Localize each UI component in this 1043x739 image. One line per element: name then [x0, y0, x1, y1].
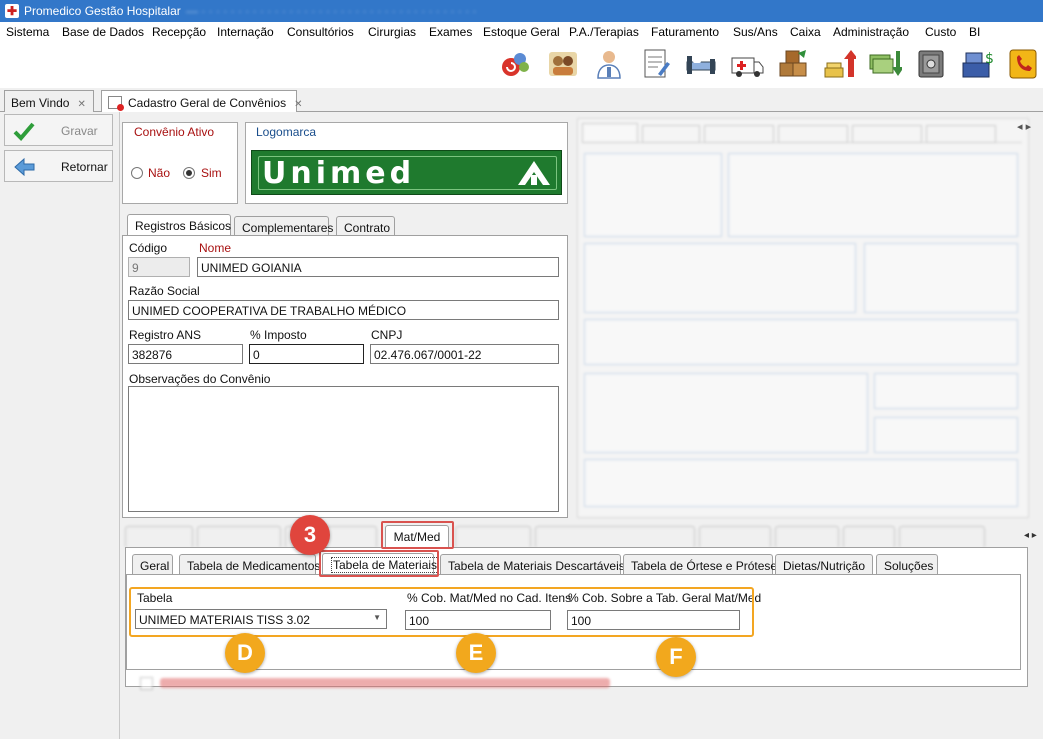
arrow-left-icon	[14, 157, 35, 177]
observacoes-field[interactable]	[128, 386, 559, 512]
save-button[interactable]: Gravar	[4, 114, 113, 146]
blurred-settings-panel	[577, 118, 1029, 518]
back-button-label: Retornar	[61, 160, 108, 174]
menu-consultorios[interactable]: Consultórios	[287, 25, 354, 39]
razao-social-field[interactable]: UNIMED COOPERATIVA DE TRABALHO MÉDICO	[128, 300, 559, 320]
tab-cadastro-geral[interactable]: Cadastro Geral de Convênios ✕	[101, 90, 302, 113]
cash-down-icon[interactable]	[868, 47, 902, 81]
blurred-tab-row	[125, 526, 985, 548]
back-button[interactable]: Retornar	[4, 150, 113, 182]
tab-cadastro-geral-label: Cadastro Geral de Convênios	[128, 96, 287, 110]
subtab-ortese-protese[interactable]: Tabela de Órtese e Prótese	[623, 554, 777, 575]
users-group-icon[interactable]	[546, 47, 580, 81]
subtab-tabela-medicamentos[interactable]: Tabela de Medicamentos	[179, 554, 320, 575]
subtab-solucoes[interactable]: Soluções	[876, 554, 938, 575]
registro-ans-label: Registro ANS	[129, 328, 202, 342]
menu-custo[interactable]: Custo	[925, 25, 956, 39]
tab-complementares[interactable]: Complementares	[234, 216, 333, 235]
logo-text: Unimed	[262, 156, 416, 191]
tab-bem-vindo[interactable]: Bem Vindo ✕	[4, 90, 94, 112]
highlight-tabela-materiais-tab	[319, 550, 439, 577]
registro-ans-field[interactable]: 382876	[128, 344, 243, 364]
radio-nao[interactable]	[131, 167, 143, 179]
convenio-ativo-title: Convênio Ativo	[132, 125, 217, 139]
financial-up-icon[interactable]	[822, 47, 856, 81]
step-3-badge: 3	[290, 515, 330, 555]
title-bar: ✚ Promedico Gestão Hospitalar — · · · · …	[0, 0, 1043, 22]
callout-e-badge: E	[456, 633, 496, 673]
tab-registros-basicos[interactable]: Registros Básicos	[127, 214, 231, 236]
menu-bi[interactable]: BI	[969, 25, 980, 39]
document-edit-icon[interactable]	[638, 47, 672, 81]
razao-social-label: Razão Social	[129, 284, 200, 298]
unimed-tree-icon	[518, 161, 550, 185]
save-button-label: Gravar	[61, 124, 98, 138]
phone-exit-icon[interactable]	[1006, 47, 1040, 81]
menu-internacao[interactable]: Internação	[217, 25, 274, 39]
imposto-label: % Imposto	[250, 328, 307, 342]
panel-scroll-arrows[interactable]: ◂ ▸	[1017, 120, 1031, 133]
menu-sistema[interactable]: Sistema	[6, 25, 49, 39]
menu-pa-terapias[interactable]: P.A./Terapias	[569, 25, 639, 39]
stock-boxes-icon[interactable]	[776, 47, 810, 81]
svg-text:$: $	[985, 51, 994, 67]
safe-icon[interactable]	[914, 47, 948, 81]
app-icon: ✚	[5, 4, 19, 18]
codigo-field[interactable]: 9	[128, 257, 190, 277]
toolbar: $	[0, 42, 1043, 88]
highlight-materiais-fields	[129, 587, 754, 637]
imposto-field[interactable]: 0	[249, 344, 364, 364]
radio-nao-label: Não	[148, 166, 171, 180]
menu-caixa[interactable]: Caixa	[790, 25, 821, 39]
check-icon	[13, 122, 35, 141]
menu-cirurgias[interactable]: Cirurgias	[368, 25, 416, 39]
callout-d-badge: D	[225, 633, 265, 673]
tab-contrato[interactable]: Contrato	[336, 216, 395, 235]
codigo-label: Código	[129, 241, 168, 255]
doctor-icon[interactable]	[592, 47, 626, 81]
main-content: Convênio Ativo Não Sim Logomarca Unimed …	[120, 112, 1043, 739]
action-panel: Gravar Retornar	[0, 112, 120, 739]
menu-administracao[interactable]: Administração	[833, 25, 909, 39]
observacoes-label: Observações do Convênio	[129, 372, 271, 386]
close-icon[interactable]: ✕	[77, 99, 85, 110]
cnpj-label: CNPJ	[371, 328, 403, 342]
menu-estoque-geral[interactable]: Estoque Geral	[483, 25, 560, 39]
refresh-icon[interactable]	[498, 47, 532, 81]
menu-bar: Sistema Base de Dados Recepção Internaçã…	[0, 22, 1043, 42]
cash-register-icon[interactable]: $	[960, 47, 994, 81]
menu-exames[interactable]: Exames	[429, 25, 472, 39]
subtab-geral[interactable]: Geral	[132, 554, 173, 575]
window-title-details: — · · · · · · · · · · · · · · · · · · · …	[186, 4, 477, 17]
highlight-mat-med-tab	[381, 521, 454, 549]
ambulance-icon[interactable]	[730, 47, 764, 81]
nome-label: Nome	[199, 241, 232, 255]
document-icon	[108, 96, 124, 111]
document-tabs: Bem Vindo ✕ Cadastro Geral de Convênios ✕	[0, 88, 1043, 113]
tabs-scroll-arrows[interactable]: ◂ ▸	[1024, 530, 1037, 541]
subtab-dietas-nutricao[interactable]: Dietas/Nutrição	[775, 554, 873, 575]
menu-faturamento[interactable]: Faturamento	[651, 25, 719, 39]
cnpj-field[interactable]: 02.476.067/0001-22	[370, 344, 559, 364]
radio-sim[interactable]	[183, 167, 195, 179]
menu-recepcao[interactable]: Recepção	[152, 25, 206, 39]
hospital-bed-icon[interactable]	[684, 47, 718, 81]
blurred-checkbox-row	[140, 676, 620, 692]
menu-sus-ans[interactable]: Sus/Ans	[733, 25, 778, 39]
menu-base-de-dados[interactable]: Base de Dados	[62, 25, 144, 39]
radio-sim-label: Sim	[201, 166, 222, 180]
window-title: Promedico Gestão Hospitalar	[24, 4, 181, 18]
subtab-materiais-descartaveis[interactable]: Tabela de Materiais Descartáveis	[440, 554, 625, 575]
tab-bem-vindo-label: Bem Vindo	[11, 96, 70, 110]
callout-f-badge: F	[656, 637, 696, 677]
logomarca-title: Logomarca	[254, 125, 319, 139]
logo-image[interactable]: Unimed	[251, 150, 562, 195]
nome-field[interactable]: UNIMED GOIANIA	[197, 257, 559, 277]
close-icon[interactable]: ✕	[294, 99, 302, 110]
